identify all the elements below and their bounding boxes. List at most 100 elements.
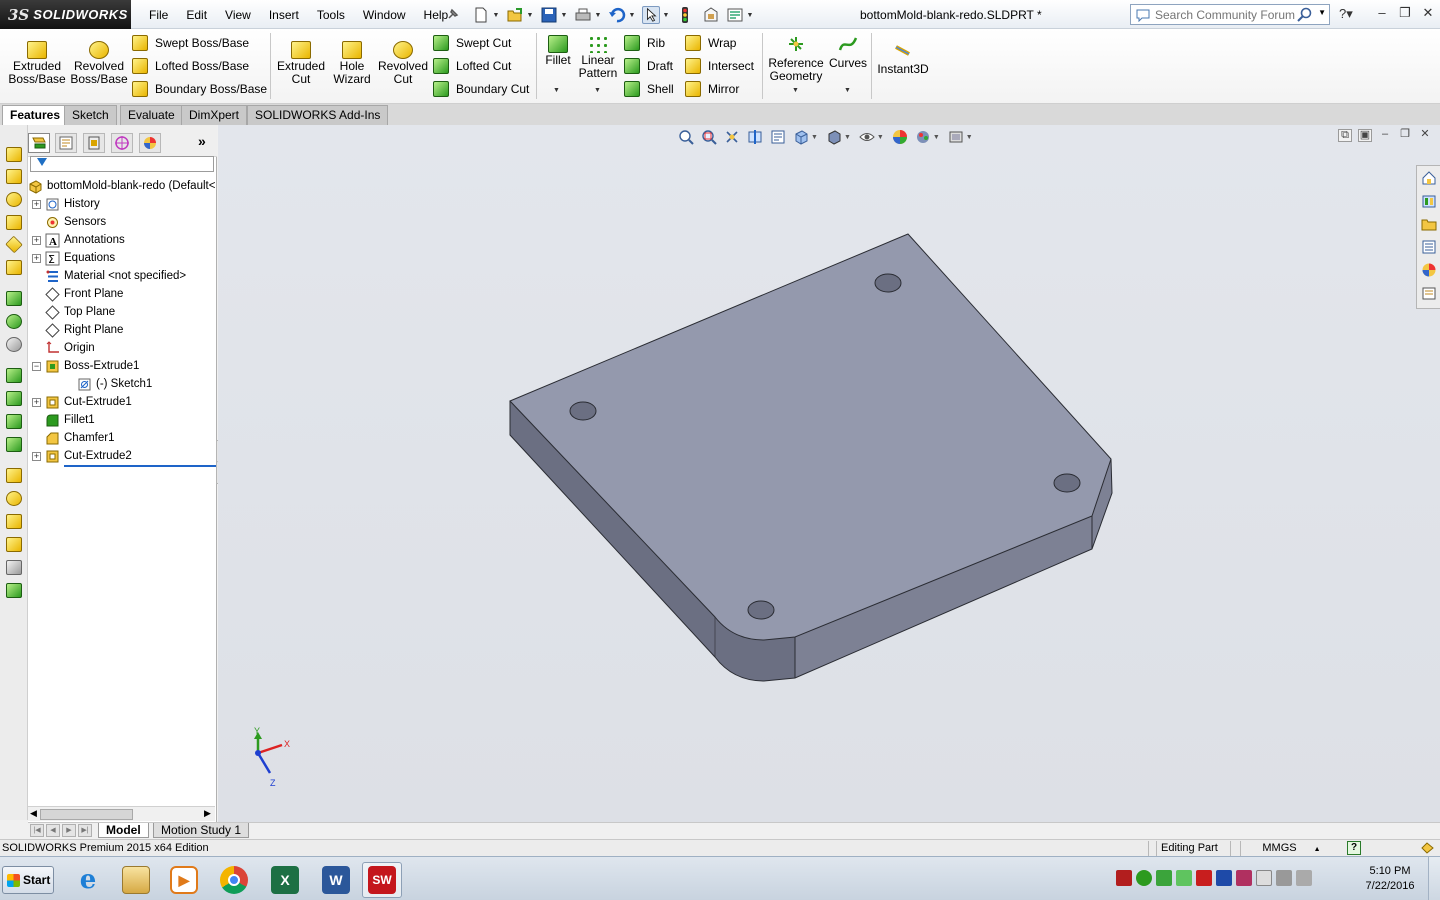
tree-item-right-plane[interactable]: Right Plane — [32, 321, 123, 339]
mounting-hole-left[interactable] — [569, 401, 597, 421]
minimize-icon[interactable]: – — [1373, 6, 1391, 22]
save-dropdown-icon[interactable]: ▼ — [560, 12, 568, 19]
boundary-boss-button[interactable]: Boundary Boss/Base — [132, 79, 267, 99]
mounting-hole-top[interactable] — [874, 273, 902, 293]
edit-appearance-icon[interactable] — [892, 129, 908, 145]
swept-boss-button[interactable]: Swept Boss/Base — [132, 33, 249, 53]
rebuild-status-icon[interactable] — [1421, 842, 1434, 854]
options-dropdown-icon[interactable]: ▼ — [746, 12, 754, 19]
solidworks-resources-icon[interactable] — [1421, 170, 1437, 186]
view-settings-icon[interactable] — [948, 129, 964, 145]
propertymanager-tab-icon[interactable] — [55, 133, 77, 153]
tree-item-front-plane[interactable]: Front Plane — [32, 285, 123, 303]
extrude-tool-icon[interactable] — [6, 147, 22, 162]
swept-cut-button[interactable]: Swept Cut — [433, 33, 511, 53]
tab-dimxpert[interactable]: DimXpert — [181, 105, 248, 125]
taskbar-chrome[interactable] — [214, 862, 254, 898]
more-tabs-chevron-icon[interactable]: » — [198, 133, 206, 149]
shell-button[interactable]: Shell — [624, 79, 674, 99]
select-dropdown-icon[interactable]: ▼ — [662, 12, 670, 19]
last-tab-icon[interactable]: ▶| — [78, 824, 92, 837]
unit-system-dropdown-icon[interactable]: ▲ — [1314, 846, 1321, 853]
tools-tray-icon[interactable] — [1236, 870, 1252, 886]
dynamic-annotation-views-icon[interactable] — [770, 129, 786, 145]
print-icon[interactable] — [574, 6, 592, 24]
cut-tool-icon[interactable] — [6, 260, 22, 275]
view-orientation-dropdown-icon[interactable]: ▼ — [811, 134, 818, 141]
fillet-button[interactable]: Fillet — [540, 35, 576, 67]
mounting-hole-bottom[interactable] — [747, 600, 775, 620]
viewport-split-icon[interactable]: ⧉ — [1338, 129, 1352, 142]
mounting-hole-right[interactable] — [1053, 473, 1081, 493]
restore-icon[interactable]: ❐ — [1396, 6, 1414, 22]
viewport-close-icon[interactable]: ✕ — [1418, 129, 1432, 142]
shield-tray-icon[interactable] — [1156, 870, 1172, 886]
tab-solidworks-add-ins[interactable]: SOLIDWORKS Add-Ins — [247, 105, 389, 125]
expand-icon[interactable]: + — [32, 235, 41, 245]
hide-show-dropdown-icon[interactable]: ▼ — [877, 134, 884, 141]
section-view-icon[interactable] — [747, 129, 763, 145]
collapse-icon[interactable]: − — [32, 361, 41, 371]
new-dropdown-icon[interactable]: ▼ — [492, 12, 500, 19]
lofted-cut-button[interactable]: Lofted Cut — [433, 56, 511, 76]
mirror-tool-icon[interactable] — [6, 514, 22, 529]
viewport-single-icon[interactable]: ▣ — [1358, 129, 1372, 142]
pattern-tool-icon[interactable] — [6, 368, 22, 383]
menu-file[interactable]: File — [140, 7, 177, 23]
appearances-scenes-icon[interactable] — [1421, 262, 1437, 278]
print-dropdown-icon[interactable]: ▼ — [594, 12, 602, 19]
revolved-cut-button[interactable]: Revolved Cut — [377, 41, 429, 86]
intersect-button[interactable]: Intersect — [685, 56, 754, 76]
taskbar-media-player[interactable]: ▶ — [164, 862, 204, 898]
menu-view[interactable]: View — [216, 7, 260, 23]
tab-model[interactable]: Model — [98, 823, 149, 838]
graphics-area[interactable]: ▼ ▼ ▼ ▼ ▼ ⧉ ▣ – ❐ ✕ Y X Z — [218, 125, 1440, 822]
system-clock[interactable]: 5:10 PM 7/22/2016 — [1360, 864, 1420, 894]
network-tray-icon[interactable] — [1276, 870, 1292, 886]
draft-tool-icon[interactable] — [6, 414, 22, 429]
menu-insert[interactable]: Insert — [260, 7, 308, 23]
update-tray-icon[interactable] — [1176, 870, 1192, 886]
configurationmanager-tab-icon[interactable] — [83, 133, 105, 153]
mirror-button[interactable]: Mirror — [685, 79, 739, 99]
prev-tab-icon[interactable]: ◀ — [46, 824, 60, 837]
dimxpertmanager-tab-icon[interactable] — [111, 133, 133, 153]
feature-tree-filter[interactable] — [30, 156, 214, 172]
taskbar-solidworks[interactable]: SW — [362, 862, 402, 898]
taskbar-file-explorer[interactable] — [116, 862, 156, 898]
view-orientation-icon[interactable] — [793, 129, 809, 145]
revolved-boss-button[interactable]: Revolved Boss/Base — [70, 41, 128, 86]
shell-tool-icon[interactable] — [6, 391, 22, 406]
fillet-dropdown-icon[interactable]: ▼ — [553, 87, 560, 94]
feature-tree-hscrollbar[interactable]: ◀ ▶ — [28, 806, 215, 821]
apply-scene-icon[interactable] — [915, 129, 931, 145]
lofted-boss-button[interactable]: Lofted Boss/Base — [132, 56, 249, 76]
taskbar-excel[interactable]: X — [265, 862, 305, 898]
part-model[interactable] — [218, 125, 1440, 822]
file-properties-icon[interactable] — [702, 6, 720, 24]
curves-button[interactable]: Curves — [828, 35, 868, 70]
previous-view-icon[interactable] — [724, 129, 740, 145]
tree-item-fillet1[interactable]: Fillet1 — [32, 411, 95, 429]
network-monitor-tray-icon[interactable] — [1216, 870, 1232, 886]
pattern-dropdown-icon[interactable]: ▼ — [594, 87, 601, 94]
reference-geometry-dropdown-icon[interactable]: ▼ — [792, 87, 799, 94]
search-box[interactable]: ▼ — [1130, 4, 1330, 25]
viewport-minimize-icon[interactable]: – — [1378, 129, 1392, 142]
scroll-thumb[interactable] — [40, 809, 133, 820]
extruded-boss-button[interactable]: Extruded Boss/Base — [8, 41, 66, 86]
options-icon[interactable] — [726, 6, 744, 24]
instant3d-button[interactable]: Instant3D — [874, 41, 932, 76]
extruded-cut-button[interactable]: Extruded Cut — [274, 41, 328, 86]
tree-item-equations[interactable]: + Σ Equations — [32, 249, 115, 267]
apply-scene-dropdown-icon[interactable]: ▼ — [933, 134, 940, 141]
open-dropdown-icon[interactable]: ▼ — [526, 12, 534, 19]
view-settings-dropdown-icon[interactable]: ▼ — [966, 134, 973, 141]
tab-motion-study-1[interactable]: Motion Study 1 — [153, 823, 250, 838]
tab-sketch[interactable]: Sketch — [64, 105, 117, 125]
undo-dropdown-icon[interactable]: ▼ — [628, 12, 636, 19]
displaymanager-tab-icon[interactable] — [139, 133, 161, 153]
security-tray-icon[interactable] — [1136, 870, 1152, 886]
menu-tools[interactable]: Tools — [308, 7, 354, 23]
move-face-tool-icon[interactable] — [6, 537, 22, 552]
